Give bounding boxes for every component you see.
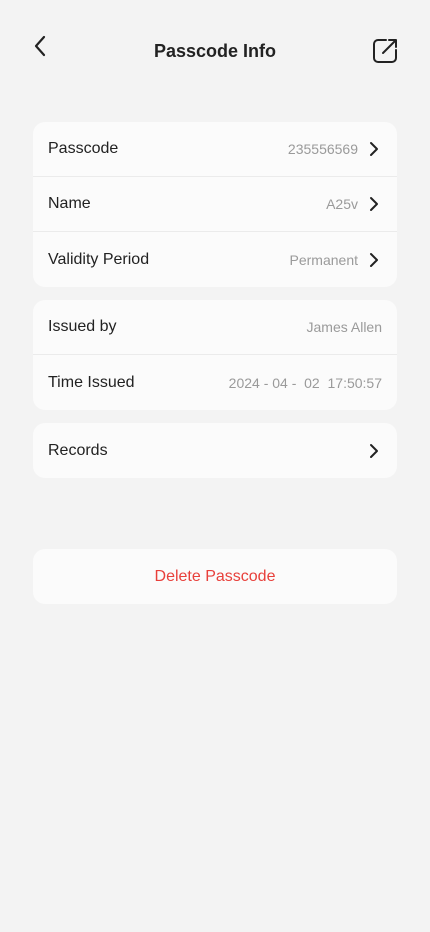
records-label: Records	[48, 441, 108, 459]
validity-period-label: Validity Period	[48, 250, 150, 268]
passcode-label: Passcode	[48, 140, 119, 157]
time-issued-row: Time Issued 2024 - 04 - 02 17:50:57	[33, 355, 397, 410]
issued-by-label: Issued by	[48, 318, 117, 335]
edit-share-icon	[373, 39, 397, 63]
issued-by-row: Issued by James Allen	[33, 300, 397, 355]
chevron-right-icon	[366, 196, 382, 212]
chevron-right-icon	[366, 443, 382, 459]
edit-share-button[interactable]	[370, 36, 400, 66]
issue-info-card: Issued by James Allen Time Issued 2024 -…	[33, 300, 397, 410]
name-row[interactable]: Name A25v	[33, 177, 397, 232]
chevron-right-icon	[366, 141, 382, 157]
passcode-value: 235556569	[287, 141, 358, 157]
validity-period-value: Permanent	[289, 251, 358, 268]
passcode-details-card: Passcode 235556569 Name A25v Validity Pe…	[33, 122, 397, 287]
header: Passcode Info	[0, 0, 430, 100]
delete-passcode-button[interactable]: Delete Passcode	[33, 549, 397, 604]
time-issued-value: 2024 - 04 - 02 17:50:57	[228, 374, 382, 391]
issued-by-value: James Allen	[306, 319, 382, 335]
passcode-row[interactable]: Passcode 235556569	[33, 122, 397, 177]
records-row[interactable]: Records	[33, 423, 397, 478]
validity-period-row[interactable]: Validity Period Permanent	[33, 232, 397, 287]
chevron-right-icon	[366, 252, 382, 268]
delete-passcode-label: Delete Passcode	[154, 567, 276, 585]
name-label: Name	[48, 195, 91, 212]
records-card: Records	[33, 423, 397, 478]
page-title: Passcode Info	[153, 41, 277, 61]
name-value: A25v	[326, 196, 358, 212]
time-issued-label: Time Issued	[48, 373, 135, 391]
